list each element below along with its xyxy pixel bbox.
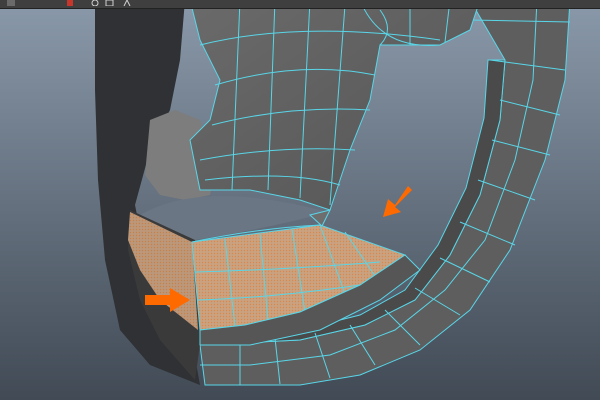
3d-viewport[interactable] — [0, 0, 600, 400]
marker-icon[interactable] — [66, 0, 74, 6]
snap-icon[interactable] — [6, 0, 16, 6]
panel-icon[interactable] — [105, 0, 115, 6]
select-tool-icon[interactable] — [122, 0, 132, 6]
camera-icon[interactable] — [90, 0, 100, 6]
viewport-canvas[interactable] — [0, 0, 600, 400]
viewport-toolbar — [0, 0, 600, 9]
